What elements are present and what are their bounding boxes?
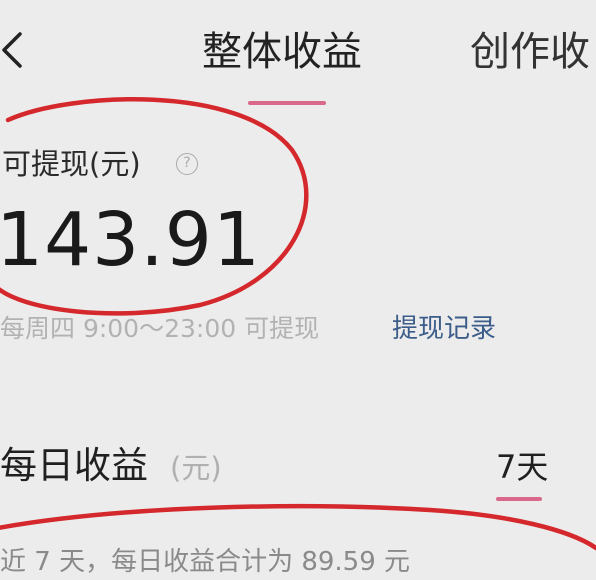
tab-creation-earnings[interactable]: 创作收 [470, 26, 590, 78]
back-icon[interactable] [0, 28, 30, 72]
daily-earnings-summary: 近 7 天，每日收益合计为 89.59 元 [0, 547, 411, 577]
daily-earnings-title: 每日收益 [0, 444, 148, 487]
withdrawable-amount: 143.91 [0, 197, 261, 283]
withdrawable-label: 可提现(元) [2, 147, 141, 181]
withdraw-record-link[interactable]: 提现记录 [392, 311, 496, 347]
daily-earnings-unit: (元) [170, 451, 222, 485]
tab-overall-earnings[interactable]: 整体收益 [202, 26, 362, 78]
range-tab-7-days[interactable]: 7天 [496, 444, 548, 490]
summary-highlight-circle [0, 503, 596, 551]
range-tab-indicator [496, 497, 542, 501]
withdraw-schedule-note: 每周四 9:00～23:00 可提现 [0, 314, 320, 343]
question-circle-icon[interactable]: ? [176, 153, 198, 175]
active-tab-indicator [248, 101, 326, 105]
